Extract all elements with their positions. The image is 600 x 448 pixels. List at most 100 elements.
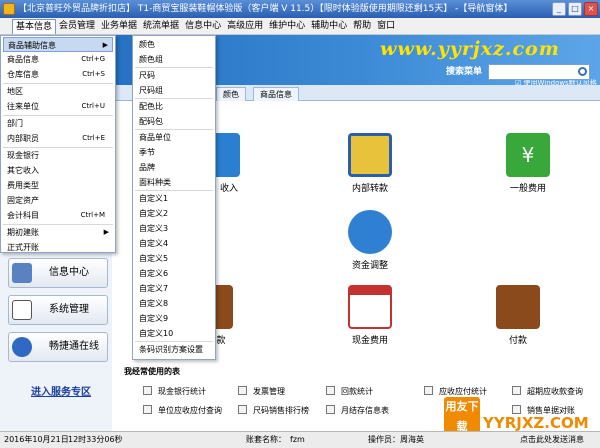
aux-menu-item[interactable]: 条码识别方案设置 [135,342,203,357]
status-operator: 操作员：周海英 [368,435,424,444]
maximize-icon[interactable]: □ [568,2,582,16]
menu-item-product-info[interactable]: 商品信息 Ctrl+G [3,52,113,67]
menu-item-opening-setup[interactable]: 期初建账 ▶ [3,225,113,240]
basic-info-menu: 商品辅助信息 ▶ 商品信息 Ctrl+G 仓库信息 Ctrl+S 地区 往来单位 Ctr… [0,35,116,253]
menu-bar: 基本信息 会员管理 业务单据 统流单据 信息中心 高级应用 维护中心 辅助中心 … [0,18,600,35]
info-center-button[interactable]: 信息中心 [8,258,108,288]
tab-product-info[interactable]: 商品信息 [253,87,299,101]
menu-item-warehouse[interactable]: 仓库信息 Ctrl+S [3,67,113,82]
window-titlebar: 【北京普旺外贸品牌折扣店】 T1-商贸宝服装鞋帽体验版（客户端 V 11.5）【… [0,0,600,18]
menu-item-cash-bank[interactable]: 现金银行 [3,148,113,163]
menu-item-expense-type[interactable]: 费用类型 [3,178,113,193]
quick-link-cash-bank[interactable]: 现金银行统计 [143,386,206,397]
service-zone-link[interactable]: 进入服务专区 [31,383,91,398]
report-icon [326,386,335,395]
close-icon[interactable]: × [584,2,598,16]
aux-menu-item[interactable]: 季节 [135,145,155,160]
online-button[interactable]: 畅捷通在线 [8,332,108,362]
aux-menu-item[interactable]: 自定义10 [135,326,173,341]
online-icon [12,337,32,357]
quick-link-month-stock[interactable]: 月结存信息表 [326,405,389,416]
menu-flow-docs[interactable]: 统流单据 [140,19,182,34]
report-icon [238,386,247,395]
aux-menu-item[interactable]: 自定义7 [135,281,168,296]
tab-color[interactable]: 颜色 [216,87,246,101]
report-icon [143,386,152,395]
menu-member[interactable]: 会员管理 [56,19,98,34]
report-icon [424,386,433,395]
menu-item-fixed-assets[interactable]: 固定资产 [3,193,113,208]
aux-menu-item[interactable]: 自定义4 [135,236,168,251]
system-manage-icon [12,300,32,320]
frequent-reports-title: 我经常使用的表 [124,367,180,376]
aux-menu-item[interactable]: 尺码组 [135,83,163,98]
aux-menu-item[interactable]: 配码包 [135,114,163,129]
aux-info-submenu: 颜色 颜色组 尺码 尺码组 配色比 配码包 商品单位 季节 品牌 面料种类 自定义1 自定义2 自定义3… [132,35,216,360]
report-icon [326,405,335,414]
window-title: 【北京普旺外贸品牌折扣店】 T1-商贸宝服装鞋帽体验版（客户端 V 11.5）【… [18,4,513,14]
status-message-hint[interactable]: 点击此处发送消息 [520,432,584,448]
aux-menu-item[interactable]: 商品单位 [135,130,171,145]
feature-expense[interactable]: ¥ 一般费用 [498,133,558,194]
status-date: 2016年10月21日 [4,435,69,444]
quick-link-ar-ap[interactable]: 应收应付统计 [424,386,487,397]
transfer-icon [348,133,392,177]
aux-menu-item[interactable]: 自定义1 [135,191,168,206]
window-controls: _ □ × [552,2,598,16]
feature-cash-expense[interactable]: 现金费用 [340,285,400,346]
watermark-url: www.yyrjxz.com [380,38,560,60]
status-account: fzm [290,435,305,444]
menu-advanced[interactable]: 高级应用 [224,19,266,34]
aux-menu-item[interactable]: 颜色组 [135,52,163,67]
aux-menu-item[interactable]: 自定义2 [135,206,168,221]
search-icon[interactable] [578,67,587,76]
menu-item-employee[interactable]: 内部职员 Ctrl+E [3,131,113,146]
menu-item-aux-info[interactable]: 商品辅助信息 ▶ [3,37,113,52]
menu-basic-info[interactable]: 基本信息 [12,18,57,34]
aux-menu-item[interactable]: 品牌 [135,160,155,175]
menu-aux[interactable]: 辅助中心 [308,19,350,34]
quick-link-invoice[interactable]: 发票管理 [238,386,285,397]
aux-menu-item[interactable]: 自定义5 [135,251,168,266]
feature-payment[interactable]: 付款 [488,285,548,346]
status-time: 12时33分06秒 [68,435,123,444]
aux-menu-item[interactable]: 自定义6 [135,266,168,281]
minimize-icon[interactable]: _ [552,2,566,16]
quick-link-unit-ar-ap[interactable]: 单位应收应付查询 [143,405,222,416]
search-label: 搜索菜单 [446,67,483,77]
menu-item-department[interactable]: 部门 [3,116,113,131]
menu-info-center[interactable]: 信息中心 [182,19,224,34]
menu-item-other-income[interactable]: 其它收入 [3,163,113,178]
aux-menu-item[interactable]: 自定义9 [135,311,168,326]
menu-window[interactable]: 窗口 [374,19,398,34]
feature-fund-adjust[interactable]: 资金调整 [340,210,400,271]
aux-menu-item[interactable]: 配色比 [135,99,163,114]
report-icon [238,405,247,414]
menu-item-partner[interactable]: 往来单位 Ctrl+U [3,99,113,114]
menu-help[interactable]: 帮助 [350,19,374,34]
aux-menu-item[interactable]: 自定义8 [135,296,168,311]
menu-documents[interactable]: 业务单据 [98,19,140,34]
quick-link-overdue[interactable]: 超期应收款查询 [512,386,583,397]
menu-item-account-subject[interactable]: 会计科目 Ctrl+M [3,208,113,223]
system-manage-button[interactable]: 系统管理 [8,295,108,325]
report-icon [512,405,521,414]
calendar-icon [348,285,392,329]
yy-site-logo: YYRJXZ.COM [483,414,589,432]
quick-link-collection[interactable]: 回款统计 [326,386,373,397]
status-bar: 2016年10月21日 12时33分06秒 账套名称： fzm 操作员：周海英 … [0,431,600,448]
quick-link-size-ranking[interactable]: 尺码销售排行榜 [238,405,309,416]
report-icon [143,405,152,414]
info-center-icon [12,263,32,283]
menu-item-region[interactable]: 地区 [3,84,113,99]
menu-maintenance[interactable]: 维护中心 [266,19,308,34]
menu-item-formal-open[interactable]: 正式开账 [3,240,113,255]
search-input[interactable] [488,64,590,80]
feature-transfer[interactable]: 内部转款 [340,133,400,194]
aux-menu-item[interactable]: 自定义3 [135,221,168,236]
aux-menu-item[interactable]: 颜色 [135,37,155,52]
aux-menu-item[interactable]: 尺码 [135,68,155,83]
app-icon [3,3,15,15]
status-account-label: 账套名称： [246,435,286,444]
aux-menu-item[interactable]: 面料种类 [135,175,171,190]
